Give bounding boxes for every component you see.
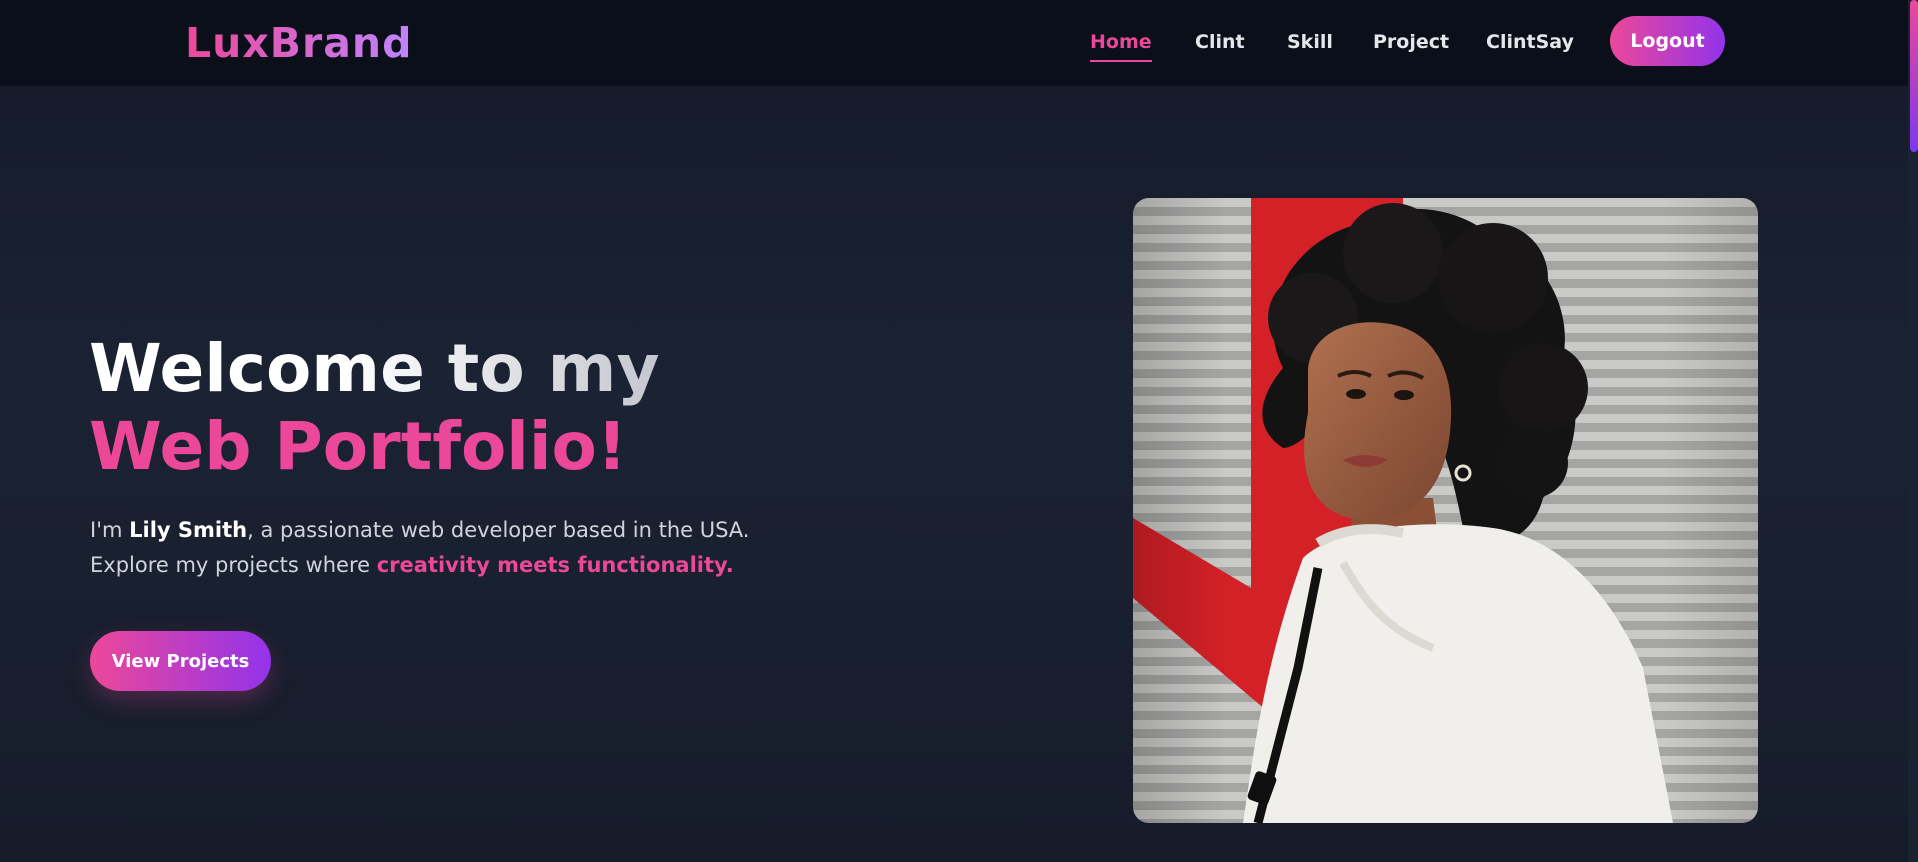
portrait-image	[1133, 198, 1758, 823]
view-projects-button[interactable]: View Projects	[90, 631, 271, 691]
logout-button[interactable]: Logout	[1610, 16, 1725, 66]
scrollbar-thumb[interactable]	[1910, 0, 1918, 152]
nav-item-clintsay[interactable]: ClintSay	[1486, 29, 1574, 55]
page-scrollbar[interactable]	[1908, 0, 1918, 862]
nav-item-project[interactable]: Project	[1373, 29, 1449, 55]
navbar: LuxBrand Home Clint Skill Project ClintS…	[0, 0, 1908, 86]
hero-title-line1: Welcome to my	[89, 330, 660, 407]
nav-item-skill[interactable]: Skill	[1287, 29, 1333, 55]
hero-description: I'm Lily Smith, a passionate web develop…	[90, 513, 810, 583]
brand-logo[interactable]: LuxBrand	[185, 18, 412, 68]
nav-item-home[interactable]: Home	[1090, 29, 1152, 62]
hero-desc-accent: creativity meets functionality.	[376, 553, 734, 577]
portrait-illustration	[1133, 198, 1758, 823]
page: LuxBrand Home Clint Skill Project ClintS…	[0, 0, 1918, 862]
hero-desc-prefix: I'm	[90, 518, 130, 542]
nav-item-clint[interactable]: Clint	[1195, 29, 1245, 55]
hero-title-line2: Web Portfolio!	[89, 408, 627, 485]
hero-desc-name: Lily Smith	[129, 518, 248, 542]
